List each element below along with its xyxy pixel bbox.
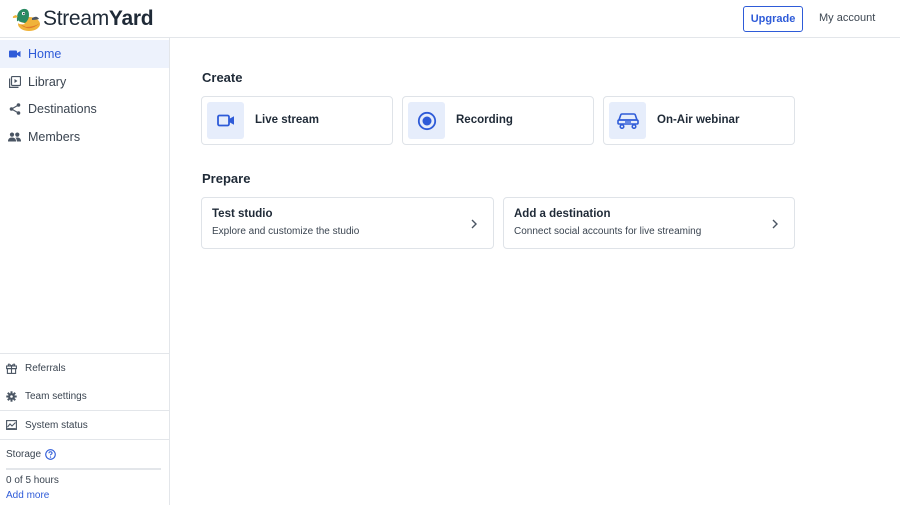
brand-logo[interactable]: StreamYard bbox=[12, 5, 154, 33]
sidebar-item-label: System status bbox=[25, 419, 88, 431]
add-destination-title: Add a destination bbox=[514, 208, 611, 220]
sidebar-divider bbox=[0, 439, 169, 440]
sidebar-item-destinations[interactable]: Destinations bbox=[0, 95, 169, 123]
create-section-title: Create bbox=[202, 70, 243, 85]
record-icon bbox=[417, 111, 436, 130]
webinar-label: On-Air webinar bbox=[657, 114, 740, 126]
add-destination-card[interactable]: Add a destination Connect social account… bbox=[503, 197, 795, 249]
sidebar: Home Library Destinations Members Referr… bbox=[0, 38, 170, 505]
sidebar-item-members[interactable]: Members bbox=[0, 123, 169, 151]
storage-usage-text: 0 of 5 hours bbox=[6, 475, 59, 486]
chevron-right-icon bbox=[471, 219, 477, 229]
webinar-icon bbox=[616, 113, 639, 129]
live-stream-tile bbox=[207, 102, 244, 139]
share-icon bbox=[8, 103, 21, 116]
recording-tile bbox=[408, 102, 445, 139]
live-stream-card[interactable]: Live stream bbox=[201, 96, 393, 145]
recording-card[interactable]: Recording bbox=[402, 96, 594, 145]
sidebar-divider bbox=[0, 353, 169, 354]
sidebar-item-label: Referrals bbox=[25, 362, 66, 374]
sidebar-item-label: Team settings bbox=[25, 390, 87, 402]
sidebar-item-library[interactable]: Library bbox=[0, 68, 169, 96]
sidebar-item-label: Destinations bbox=[28, 102, 97, 116]
live-stream-label: Live stream bbox=[255, 114, 319, 126]
sidebar-item-home[interactable]: Home bbox=[0, 40, 169, 68]
gear-icon bbox=[6, 390, 17, 402]
system-status-icon bbox=[6, 420, 17, 431]
brand-name-bold: Yard bbox=[108, 7, 154, 30]
library-icon bbox=[8, 76, 21, 89]
people-icon bbox=[8, 131, 21, 144]
video-camera-icon bbox=[216, 114, 234, 127]
sidebar-divider bbox=[0, 410, 169, 411]
duck-logo-icon bbox=[12, 8, 40, 31]
sidebar-item-label: Members bbox=[28, 130, 81, 144]
video-camera-icon bbox=[8, 48, 21, 61]
webinar-tile bbox=[609, 102, 646, 139]
sidebar-item-team-settings[interactable]: Team settings bbox=[0, 383, 169, 409]
chevron-right-icon bbox=[772, 219, 778, 229]
on-air-webinar-card[interactable]: On-Air webinar bbox=[603, 96, 795, 145]
add-destination-description: Connect social accounts for live streami… bbox=[514, 226, 702, 237]
storage-label: Storage bbox=[6, 449, 56, 460]
top-bar: StreamYard Upgrade My account bbox=[0, 0, 900, 38]
sidebar-item-label: Library bbox=[28, 75, 67, 89]
my-account-link[interactable]: My account bbox=[819, 12, 875, 24]
sidebar-item-system-status[interactable]: System status bbox=[0, 412, 169, 438]
test-studio-description: Explore and customize the studio bbox=[212, 226, 360, 237]
upgrade-button[interactable]: Upgrade bbox=[743, 6, 803, 32]
gift-icon bbox=[6, 363, 17, 374]
prepare-section-title: Prepare bbox=[202, 171, 251, 186]
storage-progress-bar bbox=[6, 468, 161, 470]
storage-label-text: Storage bbox=[6, 449, 42, 460]
test-studio-title: Test studio bbox=[212, 208, 273, 220]
sidebar-item-label: Home bbox=[28, 47, 62, 61]
brand-name-light: Stream bbox=[43, 7, 109, 30]
test-studio-card[interactable]: Test studio Explore and customize the st… bbox=[201, 197, 494, 249]
help-icon[interactable] bbox=[45, 449, 56, 460]
sidebar-item-referrals[interactable]: Referrals bbox=[0, 355, 169, 381]
recording-label: Recording bbox=[456, 114, 513, 126]
add-more-storage-link[interactable]: Add more bbox=[6, 490, 49, 501]
brand-wordmark: StreamYard bbox=[43, 7, 154, 31]
